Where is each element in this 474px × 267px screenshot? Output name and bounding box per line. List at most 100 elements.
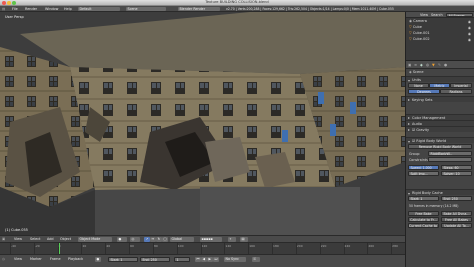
menu-marker[interactable]: Marker <box>30 257 42 261</box>
timeline-tick-label: 60 <box>130 244 134 248</box>
solver-iterations-field[interactable]: Solver: 10 <box>441 171 472 176</box>
3d-viewport[interactable]: User Persp (1) Cube.055 <box>0 12 405 235</box>
remove-rigid-body-world-button[interactable]: Remove Rigid Body World <box>408 144 472 149</box>
viewport-header: ▣ View Select Add Object Object Mode ● ◎… <box>0 235 405 242</box>
layers-tab-icon[interactable]: ≡ <box>414 63 417 67</box>
panel-spacer <box>406 102 474 114</box>
timeline[interactable]: -40-200204060801001201401601802002202402… <box>0 242 405 255</box>
units-panel-body: None Metric Imperial Degrees Radians <box>406 82 474 96</box>
menu-view[interactable]: View <box>14 237 22 241</box>
timeline-tick-label: 200 <box>296 244 303 248</box>
timeline-tick-label: 160 <box>249 244 255 248</box>
properties-tabs: ▣ ≡ ◈ ◍ ▼ ✎ ● <box>406 61 474 69</box>
current-frame-field[interactable]: 1 <box>174 256 190 262</box>
timeline-tick-label: 180 <box>273 244 279 248</box>
editor-type-icon[interactable]: ▤ <box>2 7 5 11</box>
timeline-tick-label: 240 <box>344 244 351 248</box>
menu-window[interactable]: Window <box>45 7 58 11</box>
outliner-item-label: Cube.002 <box>412 37 430 41</box>
scene-selector[interactable]: Scene <box>126 6 166 12</box>
world-tab-icon[interactable]: ◍ <box>426 63 429 67</box>
properties-editor[interactable]: ▣ ≡ ◈ ◍ ▼ ✎ ● ◈ Scene Units None Metric … <box>405 60 474 267</box>
menu-view[interactable]: View <box>14 257 22 261</box>
radians-button[interactable]: Radians <box>440 89 472 94</box>
timeline-tick-label: -20 <box>34 244 40 248</box>
calculate-to-frame-button[interactable]: Calculate to Fr... <box>408 217 439 222</box>
render-engine-selector[interactable]: Blender Render <box>178 6 220 12</box>
units-metric-button[interactable]: Metric <box>429 83 450 88</box>
outliner-item-label: Camera <box>413 19 427 23</box>
timeline-tick-label: 260 <box>368 244 375 248</box>
layout-selector[interactable]: Default <box>78 6 120 12</box>
cache-info: 50 frames in memory (14.2 MB) <box>409 204 459 208</box>
group-label: Group: <box>409 152 421 156</box>
timeline-tick-label: 140 <box>225 244 232 248</box>
editor-type-icon[interactable]: ◷ <box>2 257 5 261</box>
current-cache-to-bake-button[interactable]: Current Cache to Bake <box>408 223 439 228</box>
menu-playback[interactable]: Playback <box>68 257 83 261</box>
timeline-header: ◷ View Marker Frame Playback ● Start: 1 … <box>0 254 405 267</box>
window-title: Texture BUILDING COLLISION.blend <box>205 0 269 5</box>
timeline-tick-label: 20 <box>82 244 87 248</box>
viewport-label: User Persp <box>5 15 24 19</box>
outliner-item-label: Cube <box>412 25 422 29</box>
timeline-tick-label: 220 <box>320 244 327 248</box>
menu-add[interactable]: Add <box>47 237 54 241</box>
menu-select[interactable]: Select <box>30 237 40 241</box>
degrees-button[interactable]: Degrees <box>408 89 440 94</box>
menu-render[interactable]: Render <box>25 7 37 11</box>
split-impulse-checkbox[interactable]: Split Imp... <box>408 171 439 176</box>
free-bake-button[interactable]: Free Bake <box>408 211 439 216</box>
outliner-scene-filter[interactable]: All Scenes <box>446 12 473 18</box>
record-icon[interactable]: ● <box>95 256 101 262</box>
gravity-panel-header[interactable]: ☑ Gravity <box>406 126 474 132</box>
material-tab-icon[interactable]: ● <box>444 63 447 67</box>
speed-field[interactable]: Speed: 1.000 <box>408 165 439 170</box>
outliner-search-menu[interactable]: Search <box>431 13 443 17</box>
menu-object[interactable]: Object <box>60 237 71 241</box>
blender-window: Texture BUILDING COLLISION.blend ▤ File … <box>0 0 474 267</box>
cache-start-field[interactable]: Start: 1 <box>408 196 439 201</box>
menu-help[interactable]: Help <box>64 7 72 11</box>
units-none-button[interactable]: None <box>408 83 429 88</box>
units-imperial-button[interactable]: Imperial <box>450 83 472 88</box>
steps-field[interactable]: Steps: 60 <box>441 165 472 170</box>
timeline-tick-label: 80 <box>153 244 158 248</box>
render-tab-icon[interactable]: ▣ <box>408 63 411 67</box>
scene-stats: v2.70 | Verts:200,288 | Faces:129,662 | … <box>226 6 394 11</box>
rigid-body-world-panel-body: Remove Rigid Body World Group: RigidBody… <box>406 143 474 189</box>
timeline-tick-label: -40 <box>11 244 16 248</box>
end-frame-field[interactable]: End: 250 <box>140 256 170 262</box>
timeline-tick-label: 100 <box>177 244 184 248</box>
properties-context: ◈ Scene <box>406 69 474 76</box>
panel-title: Keying Sets <box>412 98 433 102</box>
group-field[interactable]: RigidBodyW... <box>428 151 472 156</box>
cache-end-field[interactable]: End: 250 <box>441 196 472 201</box>
outliner-view-menu[interactable]: View <box>420 13 428 17</box>
eye-icon[interactable]: ◉ <box>468 38 471 42</box>
constraints-field[interactable] <box>428 157 472 162</box>
editor-type-icon[interactable]: ▣ <box>2 237 5 241</box>
jump-end-icon[interactable]: ⏭ <box>213 256 219 262</box>
panel-title: Gravity <box>416 128 430 132</box>
outliner-item[interactable]: ▽ Cube.002 <box>406 36 474 42</box>
scene-tab-icon[interactable]: ◈ <box>420 63 423 67</box>
keying-sets-panel-header[interactable]: Keying Sets <box>406 96 474 102</box>
menu-frame[interactable]: Frame <box>50 257 61 261</box>
object-tab-icon[interactable]: ▼ <box>432 63 435 67</box>
eye-icon[interactable]: ◉ <box>468 26 471 30</box>
start-frame-field[interactable]: Start: 1 <box>108 256 138 262</box>
free-all-bakes-button[interactable]: Free All Bakes <box>441 217 472 222</box>
eye-icon[interactable]: ◉ <box>468 32 471 36</box>
sync-mode-selector[interactable]: No Sync <box>224 256 246 262</box>
modifier-tab-icon[interactable]: ✎ <box>438 63 441 67</box>
outliner[interactable]: View Search All Scenes ◉ Camera ▽ Cube ▽… <box>405 12 474 60</box>
eye-icon[interactable]: ◉ <box>468 20 471 24</box>
keying-icon[interactable]: ⚿ <box>252 256 260 262</box>
timeline-tick-label: 280 <box>392 244 398 248</box>
menu-file[interactable]: File <box>12 7 18 11</box>
bake-all-dynamics-button[interactable]: Bake All Dyna... <box>441 211 472 216</box>
update-all-to-frame-button[interactable]: Update All To... <box>441 223 472 228</box>
outliner-item-label: Cube.001 <box>412 31 430 35</box>
rigid-body-cache-panel-body: Start: 1 End: 250 50 frames in memory (1… <box>406 195 474 245</box>
